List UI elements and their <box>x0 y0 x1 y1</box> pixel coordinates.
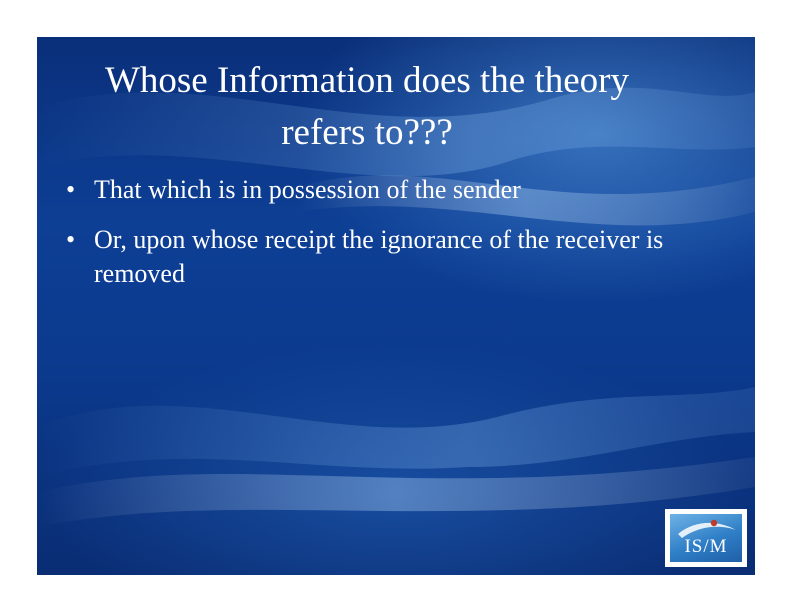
ism-logo: IS/M <box>665 509 747 567</box>
bullet-item: • That which is in possession of the sen… <box>63 173 703 207</box>
bullet-text: That which is in possession of the sende… <box>94 175 521 204</box>
bullet-item: • Or, upon whose receipt the ignorance o… <box>63 223 703 291</box>
bullet-dot-icon: • <box>66 225 76 254</box>
bullet-text: Or, upon whose receipt the ignorance of … <box>94 225 664 288</box>
logo-badge: IS/M <box>670 514 742 562</box>
slide: Whose Information does the theory refers… <box>37 37 755 575</box>
bullet-list: • That which is in possession of the sen… <box>63 173 703 307</box>
page: Whose Information does the theory refers… <box>0 0 792 612</box>
logo-text: IS/M <box>684 536 728 557</box>
bullet-dot-icon: • <box>66 175 76 204</box>
slide-title: Whose Information does the theory refers… <box>104 60 630 153</box>
